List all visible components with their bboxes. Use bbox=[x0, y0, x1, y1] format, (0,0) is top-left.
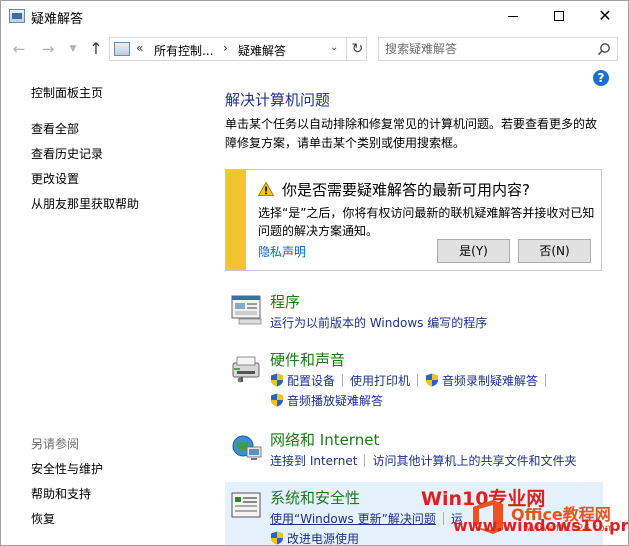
see-also-recovery[interactable]: 恢复 bbox=[31, 510, 55, 527]
help-icon[interactable]: ? bbox=[593, 70, 609, 86]
link-separator bbox=[364, 454, 366, 467]
privacy-statement-link[interactable]: 隐私声明 bbox=[258, 243, 306, 260]
yes-button[interactable]: 是(Y) bbox=[437, 239, 510, 263]
link-connect-to-internet[interactable]: 连接到 Internet bbox=[270, 451, 357, 471]
banner-accent-strip bbox=[226, 170, 246, 270]
search-box[interactable] bbox=[378, 37, 618, 61]
see-also-heading: 另请参阅 bbox=[31, 437, 80, 451]
link-access-shared-files[interactable]: 访问其他计算机上的共享文件和文件夹 bbox=[372, 451, 576, 471]
programs-icon bbox=[231, 295, 262, 325]
admin-shield-icon bbox=[271, 531, 283, 545]
category-network-internet: 网络和 Internet 连接到 Internet 访问其他计算机上的共享文件和文… bbox=[225, 429, 603, 473]
sidebar-link-control-panel-home[interactable]: 控制面板主页 bbox=[31, 84, 103, 101]
banner-text: 选择“是”之后，你将有权访问最新的联机疑难解答并接收对已知问题的解决方案通知。 bbox=[258, 206, 595, 238]
address-dropdown-chevron-icon[interactable]: ⌄ bbox=[330, 42, 338, 53]
link-audio-playback-troubleshooter[interactable]: 音频播放疑难解答 bbox=[287, 391, 383, 411]
breadcrumb-troubleshooting[interactable]: 疑难解答 bbox=[238, 42, 286, 59]
sidebar-link-view-history[interactable]: 查看历史记录 bbox=[31, 145, 103, 162]
address-bar[interactable]: « 所有控制... › 疑难解答 ⌄ ↻ bbox=[109, 37, 367, 61]
control-panel-icon bbox=[114, 42, 130, 56]
category-links-network-internet: 连接到 Internet 访问其他计算机上的共享文件和文件夹 bbox=[270, 451, 600, 471]
maximize-icon bbox=[554, 11, 564, 21]
maximize-button[interactable] bbox=[536, 1, 582, 31]
link-run-older-programs[interactable]: 运行为以前版本的 Windows 编写的程序 bbox=[270, 313, 487, 333]
minimize-button[interactable] bbox=[490, 1, 536, 31]
category-links-programs: 运行为以前版本的 Windows 编写的程序 bbox=[270, 313, 600, 333]
see-also-security-maintenance[interactable]: 安全性与维护 bbox=[31, 460, 103, 477]
minimize-icon bbox=[508, 15, 518, 17]
search-icon[interactable] bbox=[597, 42, 611, 56]
watermark: Win10专业网 Office教程网 www.office26.com www.… bbox=[411, 479, 629, 545]
sidebar-link-get-help-from-friend[interactable]: 从朋友那里获取帮助 bbox=[31, 195, 139, 212]
recent-locations-chevron-icon[interactable]: ▼ bbox=[64, 40, 82, 58]
navigation-bar: ← → ▼ ↑ « 所有控制... › 疑难解答 ⌄ ↻ bbox=[1, 32, 628, 66]
admin-shield-icon bbox=[426, 373, 439, 387]
admin-shield-icon bbox=[271, 373, 283, 387]
no-button[interactable]: 否(N) bbox=[518, 239, 591, 263]
link-use-printer[interactable]: 使用打印机 bbox=[350, 371, 410, 391]
banner-title: 你是否需要疑难解答的最新可用内容? bbox=[282, 181, 530, 199]
category-hardware-sound: 硬件和声音 配置设备 使用打印机 音频录制疑难解答 音频播放疑难解答 bbox=[225, 349, 603, 413]
category-title-network-internet[interactable]: 网络和 Internet bbox=[270, 429, 379, 450]
up-button[interactable]: ↑ bbox=[87, 40, 105, 58]
category-title-hardware-sound[interactable]: 硬件和声音 bbox=[270, 349, 345, 370]
sidebar-link-change-settings[interactable]: 更改设置 bbox=[31, 170, 79, 187]
refresh-button[interactable]: ↻ bbox=[346, 38, 368, 60]
page-description: 单击某个任务以自动排除和修复常见的计算机问题。若要查看更多的故障修复方案，请单击… bbox=[225, 117, 598, 150]
link-separator bbox=[545, 374, 547, 387]
link-separator bbox=[342, 374, 344, 387]
category-title-system-security[interactable]: 系统和安全性 bbox=[270, 487, 360, 508]
see-also-help-support[interactable]: 帮助和支持 bbox=[31, 485, 91, 502]
breadcrumb-separator[interactable]: › bbox=[223, 41, 228, 55]
control-panel-icon bbox=[9, 9, 25, 23]
link-audio-recording-troubleshooter[interactable]: 音频录制疑难解答 bbox=[442, 371, 538, 391]
category-links-hardware-sound: 配置设备 使用打印机 音频录制疑难解答 音频播放疑难解答 bbox=[270, 371, 600, 411]
page-title: 解决计算机问题 bbox=[225, 91, 331, 109]
close-button[interactable]: ✕ bbox=[582, 1, 628, 31]
troubleshooting-window: 疑难解答 ✕ ← → ▼ ↑ « 所有控制... › 疑难解答 ⌄ ↻ ? bbox=[0, 0, 629, 546]
window-title: 疑难解答 bbox=[31, 12, 84, 27]
title-bar: 疑难解答 ✕ bbox=[1, 1, 628, 32]
admin-shield-icon bbox=[271, 393, 283, 407]
network-icon bbox=[232, 435, 262, 460]
search-input[interactable] bbox=[385, 41, 585, 57]
back-button[interactable]: ← bbox=[10, 40, 28, 58]
link-improve-power-usage[interactable]: 改进电源使用 bbox=[287, 529, 359, 545]
link-separator bbox=[417, 374, 419, 387]
hardware-sound-icon bbox=[232, 356, 260, 383]
address-overflow[interactable]: « bbox=[136, 41, 143, 55]
category-title-programs[interactable]: 程序 bbox=[270, 291, 300, 312]
system-security-icon bbox=[231, 492, 261, 518]
close-icon: ✕ bbox=[598, 6, 612, 25]
warning-icon bbox=[258, 182, 274, 196]
update-content-banner: 你是否需要疑难解答的最新可用内容? 选择“是”之后，你将有权访问最新的联机疑难解… bbox=[225, 169, 602, 271]
forward-button[interactable]: → bbox=[39, 40, 57, 58]
sidebar-link-view-all[interactable]: 查看全部 bbox=[31, 120, 79, 137]
category-programs: 程序 运行为以前版本的 Windows 编写的程序 bbox=[225, 291, 603, 335]
left-panel: 控制面板主页 查看全部 查看历史记录 更改设置 从朋友那里获取帮助 另请参阅 安… bbox=[1, 66, 211, 545]
breadcrumb-all-control-panel[interactable]: 所有控制... bbox=[154, 42, 213, 59]
link-configure-device[interactable]: 配置设备 bbox=[287, 371, 335, 391]
watermark-text-url: www.windows10.pro bbox=[453, 516, 629, 535]
